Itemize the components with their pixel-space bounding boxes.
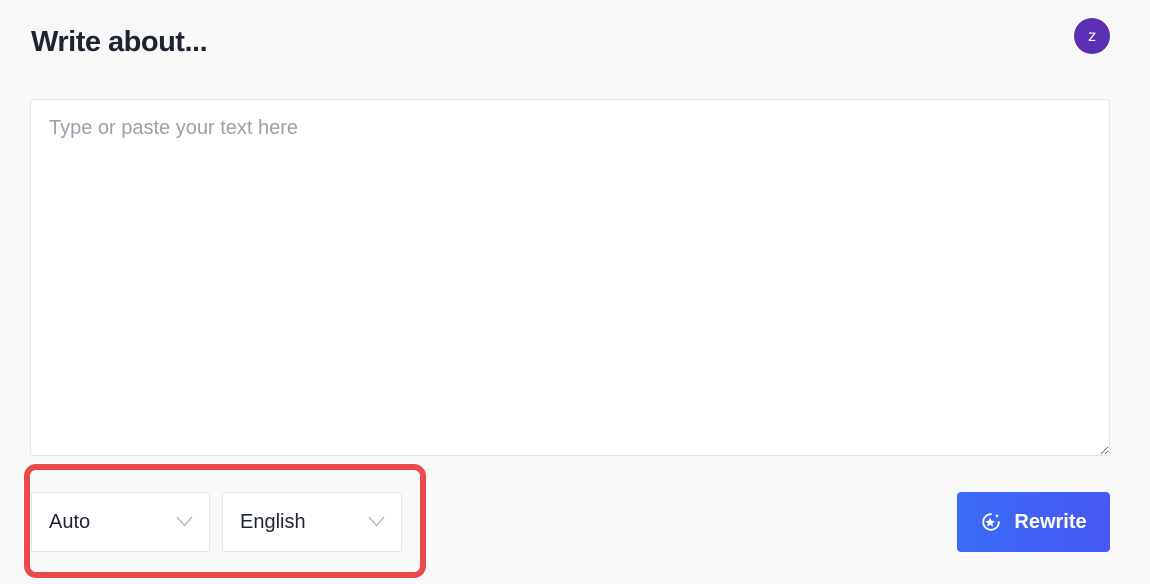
avatar-initial: z [1088,27,1096,45]
chevron-down-icon [176,516,193,527]
rewrite-button-label: Rewrite [1014,510,1087,533]
page-title: Write about... [31,26,208,58]
tone-select[interactable]: Auto [31,492,210,552]
user-avatar[interactable]: z [1074,18,1110,54]
language-select-value: English [240,510,306,533]
text-input[interactable] [30,99,1110,456]
tone-select-value: Auto [49,510,91,533]
language-select[interactable]: English [222,492,402,552]
sparkle-icon [982,513,1001,531]
chevron-down-icon [368,516,385,527]
rewrite-button[interactable]: Rewrite [957,492,1110,552]
